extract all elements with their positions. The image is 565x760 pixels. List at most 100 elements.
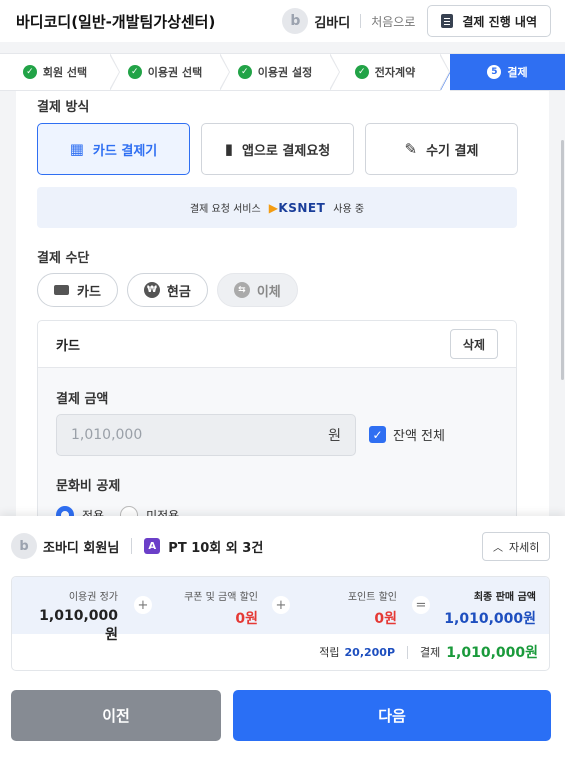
payment-panel: 결제 방식 ▦ 카드 결제기 ▮ 앱으로 결제요청 ✎ 수기 결제 결제 요청 …: [16, 91, 549, 516]
ksnet-suffix: 사용 중: [333, 204, 365, 215]
chip-label: 현금: [166, 284, 191, 300]
plus-icon: +: [134, 596, 152, 614]
step-label: 결제: [507, 66, 528, 79]
payment-means-label: 결제 수단: [37, 251, 90, 266]
user-name: 김바디: [314, 15, 351, 31]
coupon-discount-label: 쿠폰 및 금액 할인: [184, 592, 258, 603]
option-label: 카드 결제기: [92, 143, 158, 159]
step-label: 회원 선택: [42, 66, 88, 79]
prev-button[interactable]: 이전: [11, 690, 221, 741]
final-price-label: 최종 판매 금액: [473, 592, 536, 603]
check-icon: ✓: [354, 65, 369, 79]
check-icon: ✓: [127, 65, 142, 79]
check-icon: ✓: [22, 65, 37, 79]
member-avatar: b: [11, 533, 37, 559]
step-e-contract[interactable]: ✓ 전자계약: [330, 53, 450, 91]
chevron-up-icon: ︿: [493, 543, 503, 554]
checkbox-checked-icon: ✓: [369, 426, 386, 443]
ksnet-logo: ▶KSNET: [268, 200, 326, 215]
manual-payment-option[interactable]: ✎ 수기 결제: [365, 123, 518, 175]
step-progress: ✓ 회원 선택 ✓ 이용권 선택 ✓ 이용권 설정 ✓ 전자계약 5 결제: [0, 53, 565, 92]
equals-icon: =: [412, 596, 430, 614]
cash-chip[interactable]: ₩ 현금: [126, 273, 208, 307]
final-price: 최종 판매 금액 1,010,000원: [437, 588, 536, 628]
transfer-chip[interactable]: ⇆ 이체: [216, 273, 298, 307]
step-pass-select[interactable]: ✓ 이용권 선택: [110, 53, 230, 91]
amount-label: 결제 금액: [56, 392, 109, 407]
plus-icon: +: [272, 596, 290, 614]
pay-label: 결제: [420, 646, 441, 659]
ksnet-prefix: 결제 요청 서비스: [189, 204, 261, 215]
coupon-discount: 쿠폰 및 금액 할인 0원: [162, 588, 258, 628]
list-price-label: 이용권 정가: [68, 592, 118, 603]
payment-means-chips: 카드 ₩ 현금 ⇆ 이체: [37, 273, 298, 307]
check-icon: ✓: [237, 65, 252, 79]
card-payment-box: 카드 삭제 결제 금액 1,010,000 원 ✓ 잔액 전체 문화비 공제 적…: [37, 320, 517, 516]
point-discount-value: 0원: [374, 611, 397, 627]
app-request-option[interactable]: ▮ 앱으로 결제요청: [201, 123, 354, 175]
radio-dot: [56, 506, 74, 516]
member-summary: b 조바디 회원님 A PT 10회 외 3건: [11, 533, 263, 559]
document-icon: [441, 14, 454, 28]
earn-label: 적립: [319, 646, 340, 659]
step-arrow: [439, 53, 450, 91]
card-chip[interactable]: 카드: [37, 273, 118, 307]
card-icon: [54, 285, 69, 295]
detail-label: 자세히: [509, 540, 540, 554]
payment-method-options: ▦ 카드 결제기 ▮ 앱으로 결제요청 ✎ 수기 결제: [37, 123, 518, 175]
card-terminal-option[interactable]: ▦ 카드 결제기: [37, 123, 190, 175]
user-avatar: b: [282, 8, 309, 34]
step-number-badge: 5: [487, 65, 502, 79]
scrollbar[interactable]: [561, 140, 564, 380]
step-member-select[interactable]: ✓ 회원 선택: [0, 53, 120, 91]
radio-not-apply[interactable]: 미적용: [120, 506, 179, 516]
ksnet-notice: 결제 요청 서비스 ▶KSNET 사용 중: [37, 187, 517, 228]
payment-method-label: 결제 방식: [37, 100, 90, 115]
chip-label: 이체: [256, 284, 281, 300]
price-summary: 이용권 정가 1,010,000원 + 쿠폰 및 금액 할인 0원 + 포인트 …: [11, 576, 550, 671]
full-balance-label: 잔액 전체: [393, 429, 445, 444]
radio-label: 미적용: [146, 508, 180, 517]
option-label: 앱으로 결제요청: [242, 143, 331, 159]
pay-amount: 1,010,000원: [446, 645, 538, 661]
divider: [407, 645, 409, 659]
point-discount: 포인트 할인 0원: [312, 588, 397, 628]
product-badge: A: [144, 538, 161, 554]
full-balance-checkbox[interactable]: ✓ 잔액 전체: [369, 425, 445, 444]
step-arrow: [219, 53, 230, 91]
transfer-icon: ⇆: [233, 282, 250, 298]
list-price-value: 1,010,000원: [39, 608, 118, 643]
step-arrow: [109, 53, 120, 91]
ksnet-logo-text: KSNET: [278, 200, 326, 215]
culture-deduction-label: 문화비 공제: [56, 479, 121, 494]
detail-toggle-button[interactable]: ︿ 자세히: [482, 532, 551, 561]
delete-button[interactable]: 삭제: [449, 329, 498, 359]
point-discount-label: 포인트 할인: [347, 592, 397, 603]
phone-icon: ▮: [224, 140, 233, 158]
payment-history-button[interactable]: 결제 진행 내역: [427, 5, 551, 37]
center-title: 바디코디(일반-개발팀가상센터): [16, 12, 216, 31]
step-pass-settings[interactable]: ✓ 이용권 설정: [220, 53, 340, 91]
payment-history-label: 결제 진행 내역: [462, 14, 537, 29]
earn-points: 20,200P: [344, 645, 396, 659]
list-price: 이용권 정가 1,010,000원: [32, 588, 118, 644]
divider: [131, 538, 133, 554]
step-arrow: [329, 53, 340, 91]
step-label: 이용권 선택: [147, 66, 203, 79]
product-summary: PT 10회 외 3건: [168, 540, 264, 556]
coupon-discount-value: 0원: [235, 611, 258, 627]
option-label: 수기 결제: [426, 143, 479, 159]
calculator-icon: ▦: [69, 140, 84, 158]
step-payment[interactable]: 5 결제: [440, 54, 565, 92]
next-button[interactable]: 다음: [233, 690, 551, 741]
amount-input[interactable]: 1,010,000 원: [56, 414, 356, 456]
home-link[interactable]: 처음으로: [371, 13, 415, 30]
step-label: 이용권 설정: [257, 66, 313, 79]
final-price-value: 1,010,000원: [444, 611, 536, 627]
chip-label: 카드: [77, 284, 101, 300]
culture-deduction-radios: 적용 미적용: [56, 506, 179, 516]
radio-apply[interactable]: 적용: [56, 506, 104, 516]
member-name: 조바디 회원님: [43, 540, 120, 556]
amount-value: 1,010,000: [71, 427, 143, 443]
pencil-icon: ✎: [404, 140, 418, 158]
